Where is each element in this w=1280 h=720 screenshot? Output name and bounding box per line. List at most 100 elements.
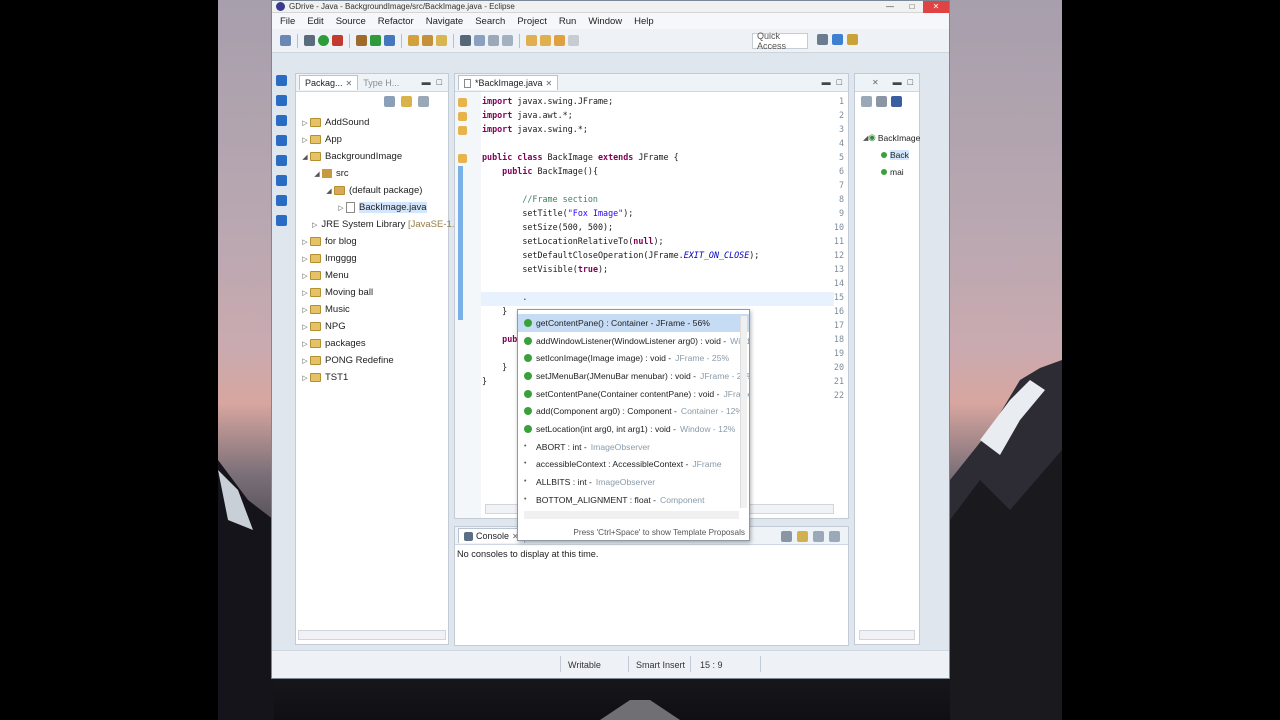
expand-arrow-icon[interactable]: ▷ (300, 136, 310, 144)
tree-item-pong-redefine[interactable]: ▷ PONG Redefine (296, 352, 448, 369)
close-icon[interactable]: ✕ (872, 78, 879, 87)
view-icon[interactable] (276, 175, 287, 186)
display-console-icon[interactable] (781, 531, 792, 542)
new-java-project-icon[interactable] (356, 35, 367, 46)
warning-marker-icon[interactable] (458, 154, 467, 163)
warning-marker-icon[interactable] (458, 126, 467, 135)
menu-project[interactable]: Project (517, 16, 547, 27)
view-icon[interactable] (276, 95, 287, 106)
tree-item-default-package[interactable]: ◢ (default package) (296, 182, 448, 199)
tree-item-packages[interactable]: ▷ packages (296, 335, 448, 352)
view-menu-icon[interactable] (418, 96, 429, 107)
menu-refactor[interactable]: Refactor (378, 16, 414, 27)
expand-arrow-icon[interactable]: ▷ (336, 204, 346, 212)
tab-type-hierarchy[interactable]: Type H... (358, 76, 404, 90)
hide-static-icon[interactable] (891, 96, 902, 107)
new-package-icon[interactable] (370, 35, 381, 46)
restore-view-icon[interactable] (276, 75, 287, 86)
open-perspective-icon[interactable] (817, 34, 828, 45)
back-icon[interactable] (554, 35, 565, 46)
tree-item-app[interactable]: ▷ App (296, 131, 448, 148)
forward-icon[interactable] (568, 35, 579, 46)
expand-arrow-icon[interactable]: ▷ (300, 357, 310, 365)
minimize-view-icon[interactable]: ▬ (822, 77, 831, 87)
warning-marker-icon[interactable] (458, 98, 467, 107)
expand-arrow-icon[interactable]: ▷ (300, 340, 310, 348)
proposal-item[interactable]: • accessibleContext : AccessibleContext -… (518, 456, 749, 474)
minimize-view-icon[interactable] (813, 531, 824, 542)
tree-item-imgggg[interactable]: ▷ Imgggg (296, 250, 448, 267)
collapse-all-icon[interactable] (384, 96, 395, 107)
proposal-item[interactable]: getContentPane() : Container - JFrame - … (518, 314, 749, 332)
tree-item-npg[interactable]: ▷ NPG (296, 318, 448, 335)
open-type-icon[interactable] (408, 35, 419, 46)
prev-annotation-icon[interactable] (540, 35, 551, 46)
search-icon[interactable] (436, 35, 447, 46)
view-icon[interactable] (276, 135, 287, 146)
sort-icon[interactable] (861, 96, 872, 107)
tree-item-tst1[interactable]: ▷ TST1 (296, 369, 448, 386)
proposal-item[interactable]: addWindowListener(WindowListener arg0) :… (518, 332, 749, 350)
proposal-item[interactable]: • ALLBITS : int - ImageObserver (518, 473, 749, 491)
new-icon[interactable] (280, 35, 291, 46)
tab-package-explorer[interactable]: Packag... ✕ (299, 75, 359, 90)
maximize-view-icon[interactable]: □ (908, 77, 913, 87)
menu-source[interactable]: Source (336, 16, 366, 27)
tree-item-for-blog[interactable]: ▷ for blog (296, 233, 448, 250)
view-icon[interactable] (276, 195, 287, 206)
minimize-button[interactable]: — (879, 1, 901, 13)
warning-marker-icon[interactable] (458, 112, 467, 121)
tab-backimage-java[interactable]: *BackImage.java ✕ (458, 75, 559, 90)
link-with-editor-icon[interactable] (401, 96, 412, 107)
proposal-vertical-scrollbar[interactable] (740, 316, 747, 508)
menu-search[interactable]: Search (475, 16, 505, 27)
expand-arrow-icon[interactable]: ▷ (300, 374, 310, 382)
expand-arrow-icon[interactable]: ▷ (300, 323, 310, 331)
menu-navigate[interactable]: Navigate (426, 16, 464, 27)
proposal-item[interactable]: • BOTTOM_ALIGNMENT : float - Component (518, 491, 749, 509)
close-button[interactable]: ✕ (923, 0, 949, 13)
tab-console[interactable]: Console ✕ (458, 528, 525, 543)
tree-item-src[interactable]: ◢ src (296, 165, 448, 182)
next-annotation-icon[interactable] (526, 35, 537, 46)
java-perspective-icon[interactable] (832, 34, 843, 45)
external-tools-icon[interactable] (332, 35, 343, 46)
proposal-item[interactable]: setIconImage(Image image) : void - JFrame… (518, 349, 749, 367)
maximize-view-icon[interactable]: □ (837, 77, 842, 87)
show-whitespace-icon[interactable] (502, 35, 513, 46)
tree-item-menu[interactable]: ▷ Menu (296, 267, 448, 284)
outline-horizontal-scrollbar[interactable] (859, 630, 915, 640)
tree-item-jre-library[interactable]: ▷ JRE System Library [JavaSE-1.8] (296, 216, 462, 233)
quick-access-field[interactable]: Quick Access (752, 31, 808, 51)
expand-arrow-icon[interactable]: ▷ (300, 272, 310, 280)
open-task-icon[interactable] (422, 35, 433, 46)
menu-help[interactable]: Help (634, 16, 654, 27)
menu-edit[interactable]: Edit (307, 16, 323, 27)
hide-fields-icon[interactable] (876, 96, 887, 107)
minimize-view-icon[interactable]: ▬ (422, 77, 431, 87)
view-icon[interactable] (276, 115, 287, 126)
view-icon[interactable] (276, 155, 287, 166)
debug-icon[interactable] (304, 35, 315, 46)
tree-item-backimage-java[interactable]: ▷ BackImage.java (296, 199, 448, 216)
menu-window[interactable]: Window (588, 16, 622, 27)
close-icon[interactable]: ✕ (346, 79, 353, 88)
view-icon[interactable] (276, 215, 287, 226)
outline-item-main[interactable]: mai (863, 163, 919, 180)
new-class-icon[interactable] (384, 35, 395, 46)
expand-arrow-icon[interactable]: ▷ (300, 255, 310, 263)
close-icon[interactable]: ✕ (546, 79, 553, 88)
expand-arrow-icon[interactable]: ▷ (312, 221, 317, 229)
expand-arrow-icon[interactable]: ▷ (300, 289, 310, 297)
outline-item-constructor[interactable]: Back (863, 146, 919, 163)
outline-item-class[interactable]: ◢ ◉ BackImage (863, 129, 920, 146)
proposal-horizontal-scrollbar[interactable] (524, 511, 739, 519)
proposal-item[interactable]: setLocation(int arg0, int arg1) : void -… (518, 420, 749, 438)
menu-run[interactable]: Run (559, 16, 576, 27)
tree-item-addsound[interactable]: ▷ AddSound (296, 114, 448, 131)
toggle-breadcrumb-icon[interactable] (474, 35, 485, 46)
maximize-button[interactable]: □ (901, 1, 923, 13)
expand-arrow-icon[interactable]: ▷ (300, 306, 310, 314)
debug-perspective-icon[interactable] (847, 34, 858, 45)
toggle-block-icon[interactable] (488, 35, 499, 46)
